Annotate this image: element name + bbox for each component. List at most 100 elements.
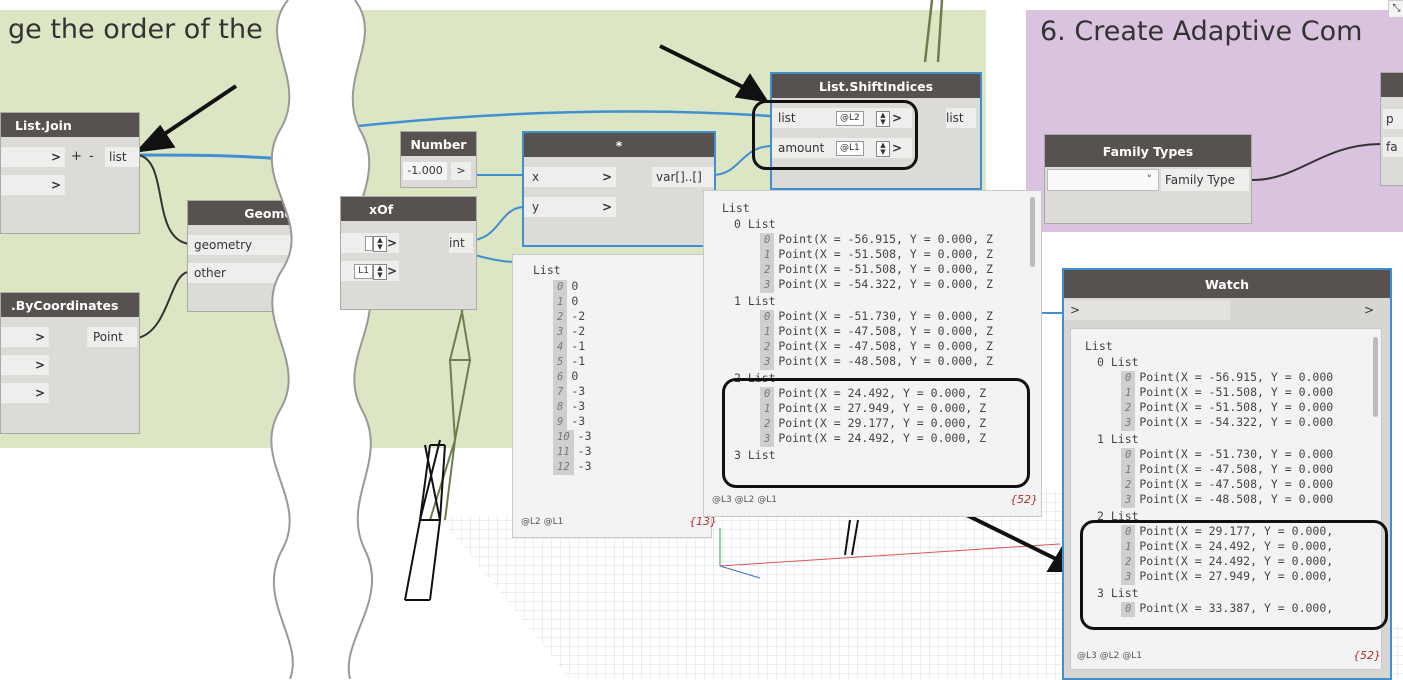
watch-count: {52} <box>1010 493 1038 506</box>
item-value: -2 <box>571 324 586 338</box>
item-value: -3 <box>571 414 586 428</box>
index-badge: 1 <box>1121 463 1136 478</box>
node-title: Family Types <box>1102 143 1194 159</box>
watch-header: List <box>1085 339 1113 353</box>
index-badge: 12 <box>553 460 574 475</box>
node-header: xOf <box>341 197 476 221</box>
list-item: 4 -1 <box>553 339 585 355</box>
remove-input-button[interactable]: - <box>89 149 94 164</box>
node-title: Watch <box>1204 276 1250 292</box>
expand-icon[interactable]: ⤡ <box>1388 0 1403 18</box>
partial-node-right[interactable]: p fa <box>1380 72 1403 186</box>
item-value: Point(X = -54.322, Y = 0.000, Z <box>778 277 993 291</box>
index-badge: 9 <box>553 415 568 430</box>
list-item: 0 Point(X = -51.730, Y = 0.000 <box>1121 447 1333 463</box>
family-type-dropdown[interactable]: ˅ <box>1047 169 1159 191</box>
index-badge: 3 <box>760 278 775 293</box>
point-by-coordinates-node[interactable]: .ByCoordinates > Point > > <box>0 292 140 434</box>
list-item: 12 -3 <box>553 459 592 475</box>
output-port[interactable]: > <box>451 162 471 180</box>
node-header: Number <box>401 132 476 156</box>
list-item: 1 Point(X = -47.508, Y = 0.000, Z <box>760 324 993 340</box>
watch-scrollbar[interactable] <box>1030 197 1035 267</box>
input-port-x[interactable]: x > <box>524 167 616 187</box>
node-title: Number <box>410 136 467 152</box>
input-port-z[interactable]: > <box>1 383 49 403</box>
input-port-fa[interactable]: fa <box>1383 137 1403 157</box>
watch-input-port[interactable]: > <box>1064 300 1230 320</box>
sublist-label[interactable]: 1 List <box>1097 432 1139 447</box>
output-port-family-type[interactable]: Family Type <box>1161 169 1249 191</box>
node-title: List.Join <box>15 117 72 133</box>
list-item: 60 <box>553 369 579 385</box>
input-port-y[interactable]: > <box>1 355 49 375</box>
input-port-1[interactable]: > <box>1 147 65 167</box>
sublist-label[interactable]: 1 List <box>734 294 776 309</box>
input-port-1[interactable]: ▲ ▼ > <box>341 233 399 253</box>
index-badge: 1 <box>760 248 775 263</box>
output-port-point[interactable]: Point <box>87 327 137 347</box>
index-badge: 3 <box>760 355 775 370</box>
level-field[interactable]: L1 <box>354 264 373 279</box>
item-value: Point(X = -51.508, Y = 0.000 <box>1139 400 1334 414</box>
item-value: Point(X = -56.915, Y = 0.000, Z <box>778 232 993 246</box>
list-item: 1 Point(X = -47.508, Y = 0.000 <box>1121 462 1333 478</box>
index-badge: 0 <box>760 310 775 325</box>
input-port-x[interactable]: > <box>1 327 49 347</box>
number-node[interactable]: Number -1.000 > <box>400 131 477 188</box>
watch-level-footer: @L3 @L2 @L1 <box>712 495 777 505</box>
index-badge: 0 <box>760 233 775 248</box>
list-item: 1 Point(X = -51.508, Y = 0.000, Z <box>760 247 993 263</box>
level-spinner-icon[interactable]: ▲ ▼ <box>372 235 387 252</box>
item-value: Point(X = -56.915, Y = 0.000 <box>1139 370 1334 384</box>
family-types-node[interactable]: Family Types ˅ Family Type <box>1044 134 1252 224</box>
list-item: 0 Point(X = -56.915, Y = 0.000, Z <box>760 232 993 248</box>
index-badge: 2 <box>1121 401 1136 416</box>
node-header: * <box>524 133 714 157</box>
sublist-label[interactable]: 0 List <box>734 217 776 232</box>
item-value: 0 <box>571 369 579 383</box>
level-spinner-icon[interactable]: ▲ ▼ <box>372 263 387 280</box>
index-badge: 6 <box>553 370 568 385</box>
index-badge: 11 <box>553 445 574 460</box>
highlight-watch-list-2 <box>1080 520 1388 630</box>
add-input-button[interactable]: + <box>71 149 82 164</box>
list-item: 9 -3 <box>553 414 586 430</box>
input-port-p[interactable]: p <box>1383 109 1403 129</box>
index-badge: 3 <box>1121 416 1136 431</box>
index-of-node[interactable]: xOf ▲ ▼ > int L1 ▲ ▼ > <box>340 196 477 310</box>
node-title: List.ShiftIndices <box>818 78 934 94</box>
node-header: Watch <box>1064 270 1390 298</box>
index-badge: 5 <box>553 355 568 370</box>
multiply-node[interactable]: * x > y > var[]..[] <box>522 131 716 247</box>
index-badge: 2 <box>760 340 775 355</box>
index-watch-preview[interactable]: List 0 0 1 0 2 -2 3 -2 4 -1 5 -1 6 0 7 -3 8 -3 9 -3 10 -3 11 -3… <box>512 254 717 538</box>
output-port-var[interactable]: var[]..[] <box>652 167 714 187</box>
watch-scrollbar[interactable] <box>1373 337 1378 417</box>
input-port-y[interactable]: y > <box>524 197 616 217</box>
output-port-int[interactable]: int <box>449 233 473 253</box>
item-value: -3 <box>577 444 592 458</box>
index-badge: 3 <box>1121 493 1136 508</box>
node-header: List.Join <box>1 113 139 137</box>
input-port-2[interactable]: > <box>1 175 65 195</box>
torn-edge-divider <box>270 0 373 679</box>
level-field[interactable] <box>364 236 373 251</box>
watch-level-footer: @L2 @L1 <box>521 517 564 527</box>
list-item: 5 -1 <box>553 354 585 370</box>
number-value-field[interactable]: -1.000 <box>403 162 447 180</box>
item-value: Point(X = -51.508, Y = 0.000, Z <box>778 247 993 261</box>
input-port-2[interactable]: L1 ▲ ▼ > <box>341 261 399 281</box>
index-badge: 2 <box>1121 478 1136 493</box>
list-join-node[interactable]: List.Join > + - list > <box>0 112 140 234</box>
chevron-down-icon: ˅ <box>1146 173 1153 186</box>
index-badge: 1 <box>553 295 568 310</box>
list-item: 2 Point(X = -47.508, Y = 0.000 <box>1121 477 1333 493</box>
node-header: List.ShiftIndices <box>772 74 980 98</box>
watch-output-port[interactable]: > <box>1364 300 1386 320</box>
output-port-list[interactable]: list <box>105 147 139 167</box>
sublist-label[interactable]: 0 List <box>1097 355 1139 370</box>
list-item: 0 Point(X = -51.730, Y = 0.000, Z <box>760 309 993 325</box>
index-badge: 7 <box>553 385 568 400</box>
output-port-list[interactable]: list <box>946 108 976 128</box>
